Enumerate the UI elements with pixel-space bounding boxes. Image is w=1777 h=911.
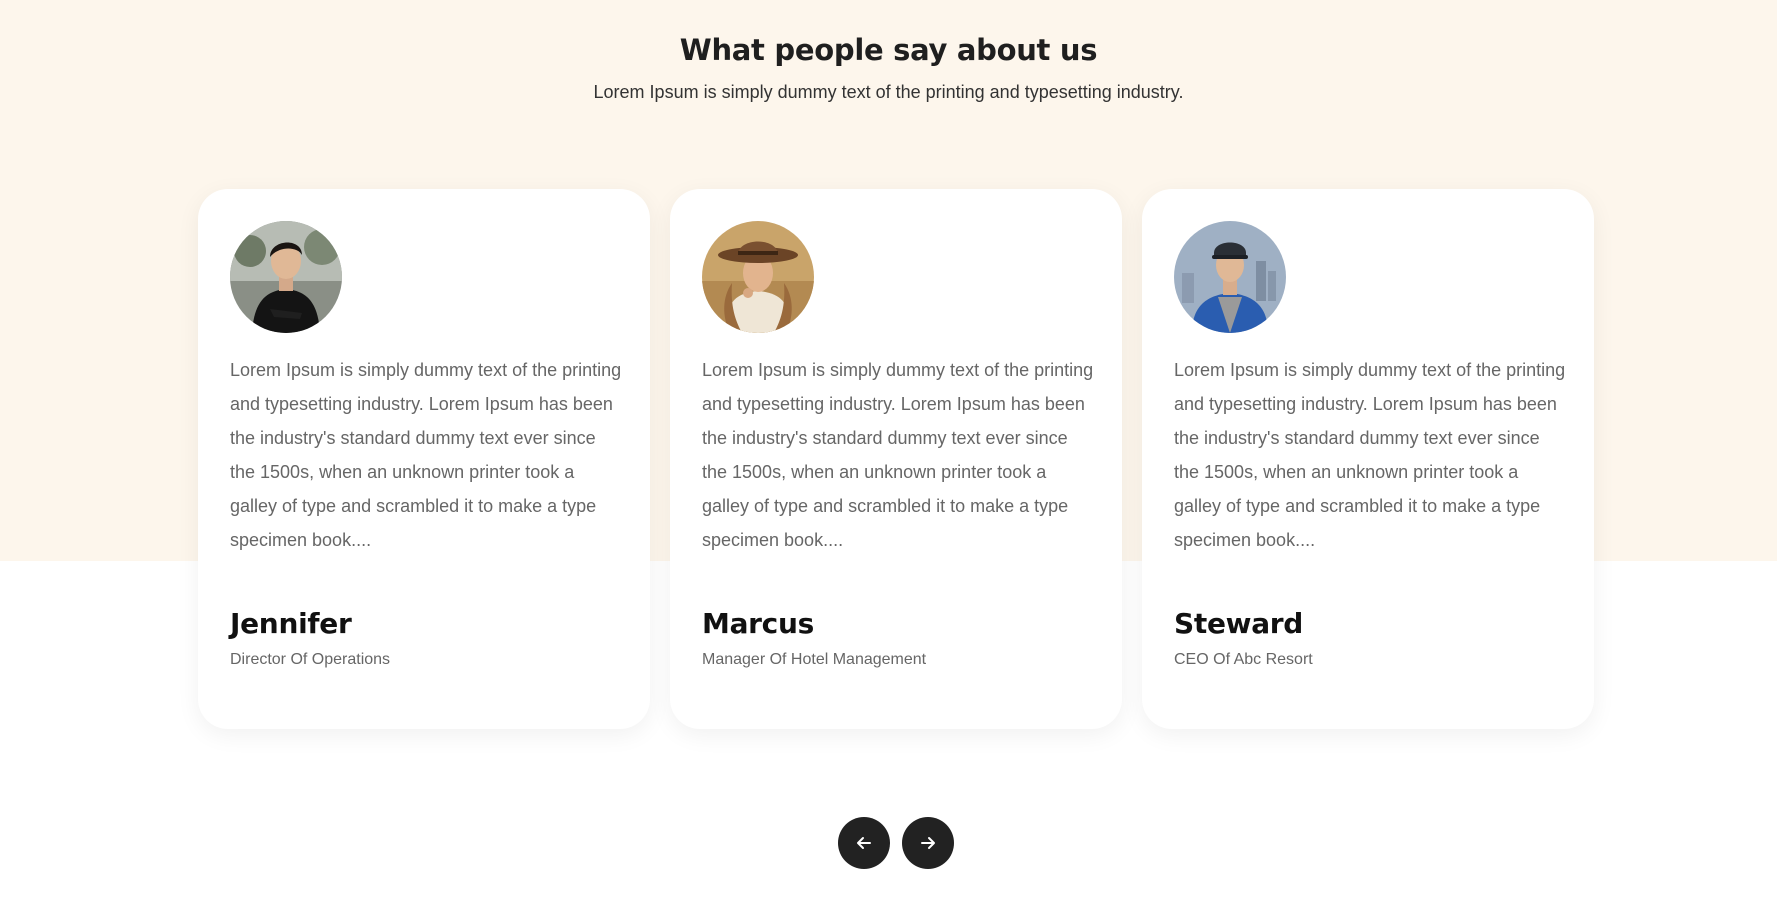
avatar <box>1174 221 1286 333</box>
testimonial-quote: Lorem Ipsum is simply dummy text of the … <box>702 360 1094 550</box>
avatar-photo-jennifer <box>230 221 342 333</box>
testimonial-author-name: Steward <box>1174 607 1304 640</box>
avatar-photo-marcus <box>702 221 814 333</box>
arrow-right-icon <box>921 837 935 849</box>
testimonial-author-name: Marcus <box>702 607 814 640</box>
section-title: What people say about us <box>679 33 1098 67</box>
avatar <box>702 221 814 333</box>
testimonial-author-role: Director Of Operations <box>230 651 391 668</box>
previous-button[interactable] <box>838 817 890 869</box>
arrow-left-icon <box>857 837 871 849</box>
testimonial-card-steward: Lorem Ipsum is simply dummy text of the … <box>1142 189 1594 729</box>
testimonial-quote: Lorem Ipsum is simply dummy text of the … <box>230 360 622 550</box>
next-button[interactable] <box>902 817 954 869</box>
testimonial-card-jennifer: Lorem Ipsum is simply dummy text of the … <box>198 189 650 729</box>
avatar-photo-steward <box>1174 221 1286 333</box>
testimonial-author-name: Jennifer <box>230 607 352 640</box>
carousel-navigation <box>838 817 954 869</box>
testimonial-author-role: Manager Of Hotel Management <box>702 651 927 668</box>
avatar <box>230 221 342 333</box>
testimonials-section: What people say about us Lorem Ipsum is … <box>0 0 1777 911</box>
testimonial-card-marcus: Lorem Ipsum is simply dummy text of the … <box>670 189 1122 729</box>
testimonial-carousel: Lorem Ipsum is simply dummy text of the … <box>198 189 1594 729</box>
testimonial-author-role: CEO Of Abc Resort <box>1174 651 1313 668</box>
testimonial-quote: Lorem Ipsum is simply dummy text of the … <box>1174 360 1566 550</box>
section-subtitle: Lorem Ipsum is simply dummy text of the … <box>593 82 1184 102</box>
